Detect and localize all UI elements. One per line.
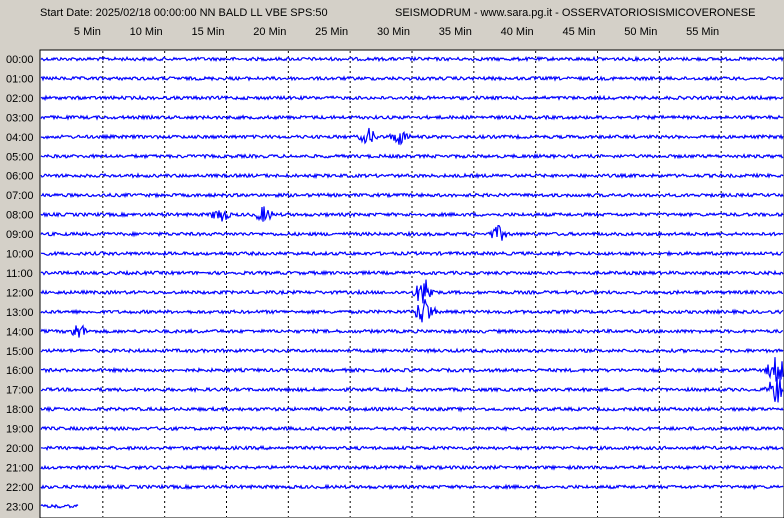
row-time-label: 20:00 bbox=[6, 443, 34, 455]
row-time-label: 19:00 bbox=[6, 424, 34, 436]
x-tick-label: 10 Min bbox=[130, 26, 163, 38]
x-tick-label: 25 Min bbox=[315, 26, 348, 38]
x-tick-label: 45 Min bbox=[562, 26, 595, 38]
row-time-label: 03:00 bbox=[6, 112, 34, 124]
row-time-label: 15:00 bbox=[6, 346, 34, 358]
seismogram-chart: 5 Min 10 Min 15 Min 20 Min 25 Min 30 Min 35 Mi… bbox=[6, 26, 784, 518]
x-tick-label: 30 Min bbox=[377, 26, 410, 38]
row-time-label: 21:00 bbox=[6, 462, 34, 474]
row-time-label: 12:00 bbox=[6, 287, 34, 299]
x-tick-label: 50 Min bbox=[624, 26, 657, 38]
row-time-label: 16:00 bbox=[6, 365, 34, 377]
row-time-label: 22:00 bbox=[6, 482, 34, 494]
row-time-label: 18:00 bbox=[6, 404, 34, 416]
row-time-label: 00:00 bbox=[6, 54, 34, 66]
row-time-label: 07:00 bbox=[6, 190, 34, 202]
x-tick-label: 55 Min bbox=[686, 26, 719, 38]
row-time-label: 08:00 bbox=[6, 210, 34, 222]
x-tick-label: 35 Min bbox=[439, 26, 472, 38]
row-time-label: 06:00 bbox=[6, 171, 34, 183]
x-tick-label: 20 Min bbox=[253, 26, 286, 38]
row-time-label: 14:00 bbox=[6, 326, 34, 338]
x-tick-label: 5 Min bbox=[74, 26, 101, 38]
row-time-label: 17:00 bbox=[6, 385, 34, 397]
x-tick-label: 40 Min bbox=[501, 26, 534, 38]
row-time-label: 04:00 bbox=[6, 132, 34, 144]
row-time-label: 02:00 bbox=[6, 93, 34, 105]
row-time-label: 05:00 bbox=[6, 151, 34, 163]
row-time-label: 23:00 bbox=[6, 501, 34, 513]
x-tick-label: 15 Min bbox=[191, 26, 224, 38]
row-time-label: 10:00 bbox=[6, 249, 34, 261]
row-time-label: 01:00 bbox=[6, 73, 34, 85]
row-time-label: 09:00 bbox=[6, 229, 34, 241]
row-time-label: 11:00 bbox=[6, 268, 33, 280]
x-tick-labels: 5 Min 10 Min 15 Min 20 Min 25 Min 30 Min 35 Mi… bbox=[74, 26, 719, 38]
row-time-labels: 00:00 01:00 02:00 03:00 04:00 05:00 06:00 07:00… bbox=[6, 54, 34, 513]
row-time-label: 13:00 bbox=[6, 307, 34, 319]
